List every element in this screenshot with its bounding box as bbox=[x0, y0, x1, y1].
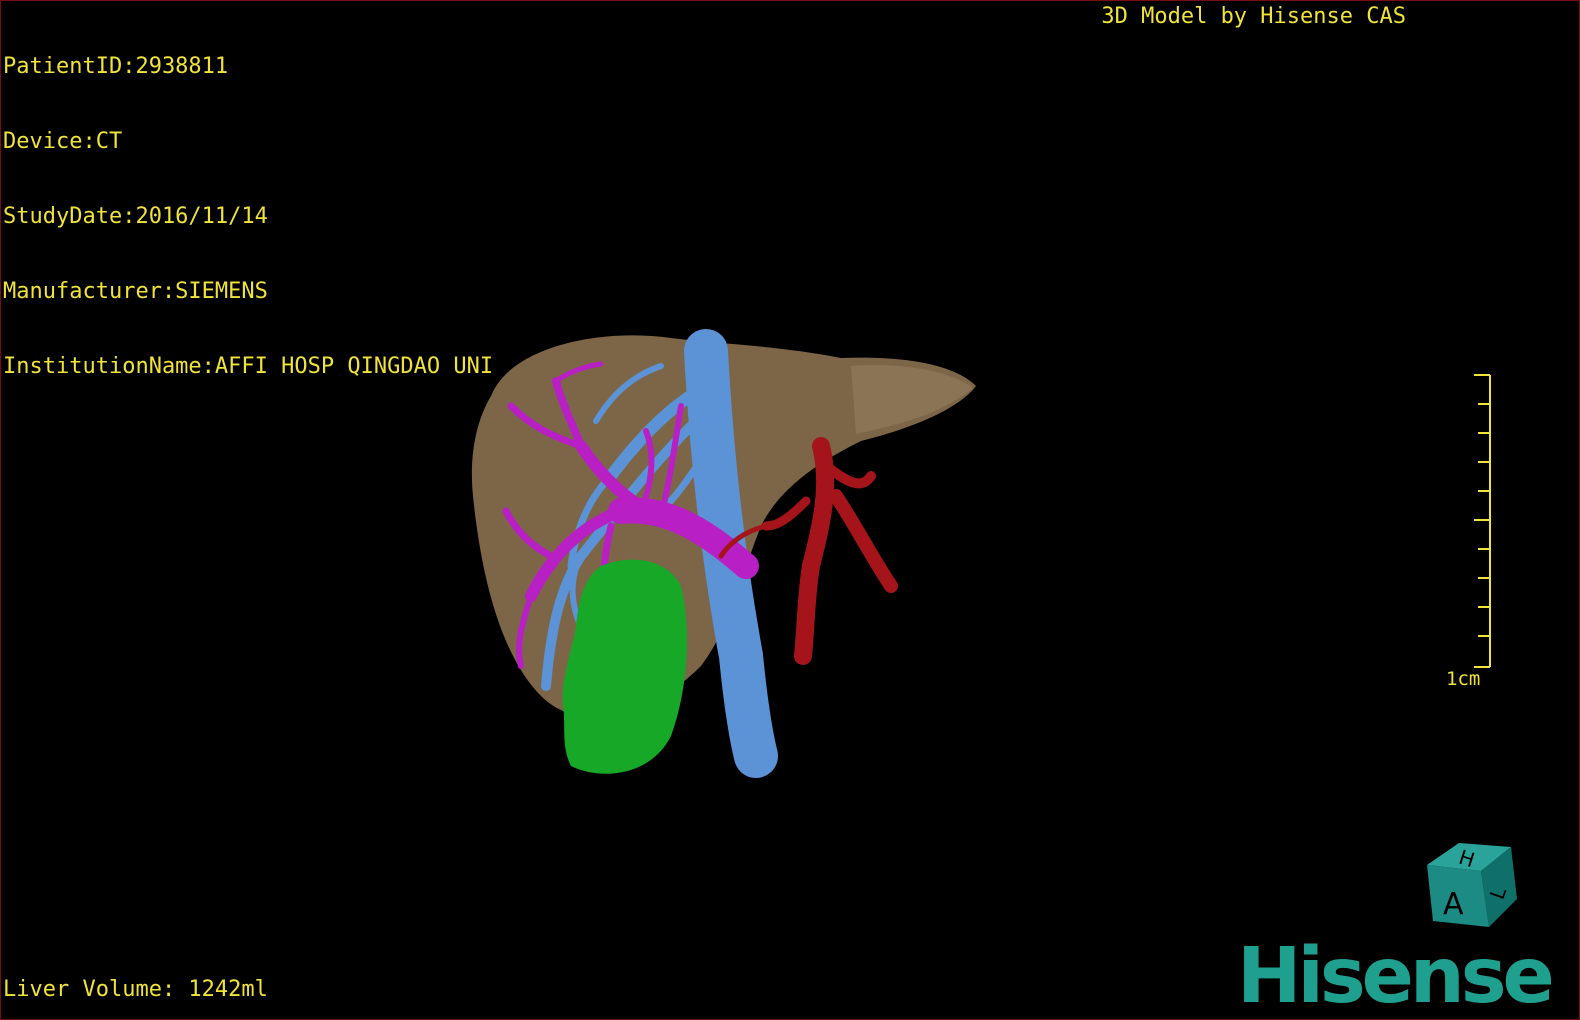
orientation-cube[interactable]: A H L bbox=[1419, 837, 1527, 937]
institution-name: InstitutionName:AFFI HOSP QINGDAO UNI bbox=[3, 354, 494, 379]
study-date: StudyDate:2016/11/14 bbox=[3, 204, 268, 229]
patient-info-overlay: PatientID:2938811 Device:CT StudyDate:20… bbox=[3, 4, 493, 429]
liver-3d-model[interactable] bbox=[461, 326, 1001, 796]
cube-front-label: A bbox=[1443, 887, 1464, 922]
model-credit: 3D Model by Hisense CAS bbox=[1101, 4, 1406, 29]
patient-id: PatientID:2938811 bbox=[3, 54, 229, 79]
liver-volume: Liver Volume: 1242ml bbox=[3, 977, 268, 1002]
hisense-logo: Hisense bbox=[1237, 932, 1555, 1020]
3d-viewport[interactable]: PatientID:2938811 Device:CT StudyDate:20… bbox=[0, 0, 1580, 1020]
manufacturer: Manufacturer:SIEMENS bbox=[3, 279, 268, 304]
scale-bar bbox=[1474, 374, 1491, 668]
device: Device:CT bbox=[3, 129, 123, 154]
scale-label: 1cm bbox=[1446, 668, 1481, 690]
